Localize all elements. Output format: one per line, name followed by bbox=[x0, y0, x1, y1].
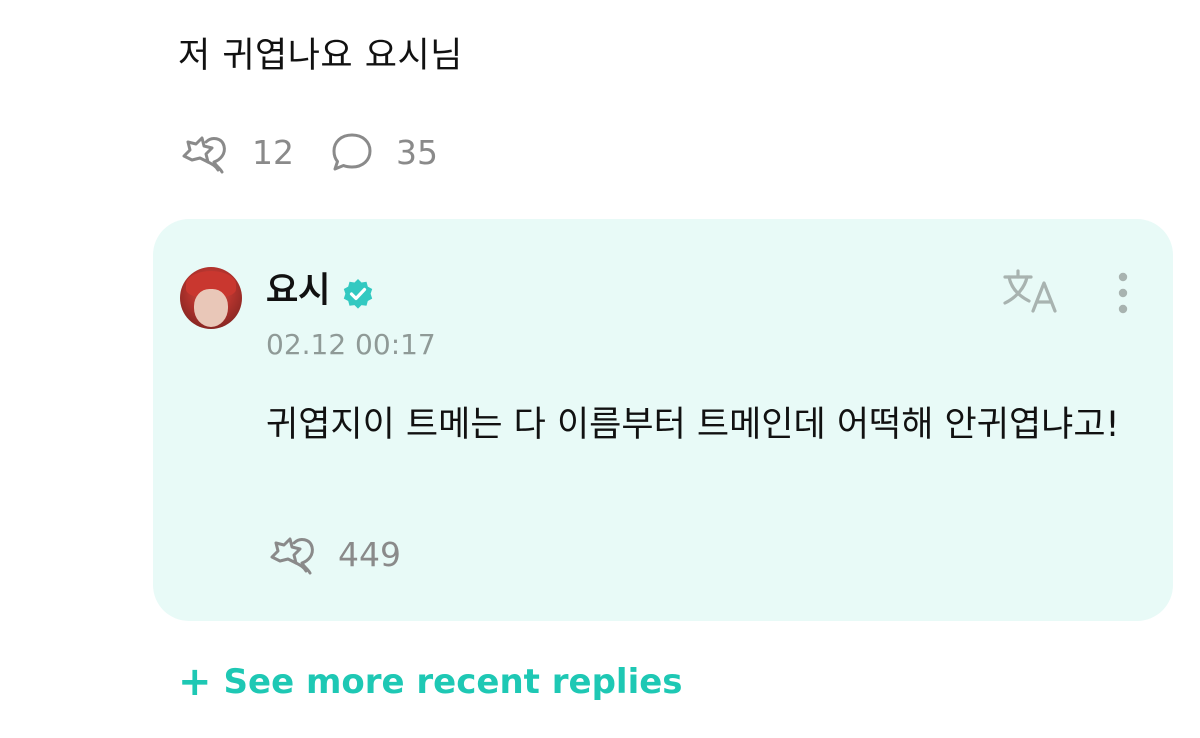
speech-bubble-icon bbox=[332, 133, 372, 171]
reply-body: 귀엽지이 트메는 다 이름부터 트메인데 어떡해 안귀엽냐고! bbox=[266, 405, 1120, 445]
post-like-button[interactable]: 12 bbox=[178, 130, 294, 176]
post-like-count: 12 bbox=[252, 133, 294, 172]
post-actions: 12 35 bbox=[178, 130, 474, 176]
post-comment-count: 35 bbox=[396, 133, 438, 172]
avatar-face bbox=[194, 289, 228, 327]
reply-like-count: 449 bbox=[338, 534, 401, 574]
reply-thread: 저 귀엽나요 요시님 12 35 요시 02.12 00:17 귀엽지이 트메는… bbox=[0, 0, 1200, 738]
verified-badge-icon bbox=[343, 279, 373, 309]
post-comment-button[interactable]: 35 bbox=[330, 131, 438, 175]
reply-avatar[interactable] bbox=[180, 267, 242, 329]
hug-star-icon bbox=[270, 537, 314, 575]
plus-icon: + bbox=[178, 659, 212, 705]
reply-timestamp: 02.12 00:17 bbox=[266, 328, 436, 361]
hug-star-icon bbox=[182, 136, 226, 174]
translate-icon[interactable] bbox=[1001, 267, 1061, 317]
see-more-replies-link[interactable]: + See more recent replies bbox=[178, 660, 683, 704]
more-vertical-icon[interactable] bbox=[1108, 269, 1138, 317]
post-text: 저 귀엽나요 요시님 bbox=[178, 36, 463, 76]
reply-like-button[interactable]: 449 bbox=[266, 531, 401, 577]
reply-author-name[interactable]: 요시 bbox=[266, 269, 330, 313]
artist-reply-card: 요시 02.12 00:17 귀엽지이 트메는 다 이름부터 트메인데 어떡해 … bbox=[153, 219, 1173, 621]
see-more-label: See more recent replies bbox=[223, 662, 683, 702]
